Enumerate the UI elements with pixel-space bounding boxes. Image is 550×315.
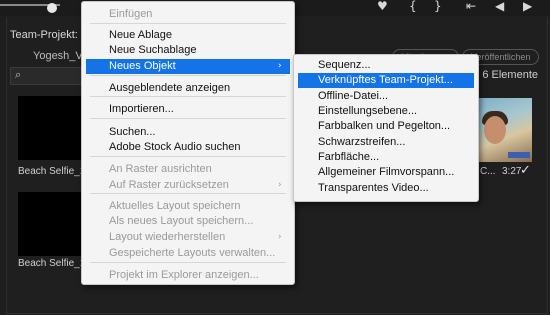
submenu-item[interactable]: Schwarzstreifen... (298, 135, 474, 150)
go-to-in-icon[interactable]: ⇤ (466, 0, 476, 13)
menu-separator (90, 193, 286, 194)
submenu-item[interactable]: Verknüpftes Team-Projekt... (298, 73, 474, 88)
menu-item[interactable]: Neue Suchablage (86, 43, 290, 58)
menu-item-label: Einfügen (109, 8, 153, 20)
menu-item-label: Ausgeblendete anzeigen (109, 82, 231, 94)
menu-item-label: Projekt im Explorer anzeigen... (109, 269, 259, 281)
menu-item[interactable]: Als neues Layout speichern... (86, 214, 290, 229)
menu-item[interactable]: Layout wiederherstellen › (86, 230, 290, 245)
brace-left-icon[interactable]: { (409, 0, 417, 13)
menu-separator (90, 75, 286, 76)
submenu-item-label: Einstellungsebene... (318, 105, 418, 117)
submenu-item-label: Allgemeiner Filmvorspann... (318, 166, 455, 178)
chevron-right-icon: › (278, 180, 282, 190)
context-menu: Einfügen Neue Ablage Neue Suchablage Neues … (81, 1, 295, 285)
menu-item[interactable]: Auf Raster zurücksetzen › (86, 178, 290, 193)
clip-badge (508, 152, 530, 158)
menu-item[interactable]: Gespeicherte Layouts verwalten... (86, 246, 290, 261)
element-count: 6 Elemente (482, 69, 538, 81)
menu-item[interactable]: Adobe Stock Audio suchen (86, 140, 290, 155)
menu-item-label: Suchen... (109, 126, 156, 138)
brace-right-icon[interactable]: } (434, 0, 442, 13)
play-icon[interactable]: ▶ (523, 0, 532, 13)
clip-thumbnail[interactable] (18, 96, 82, 160)
menu-item-label: An Raster ausrichten (109, 163, 212, 175)
menu-separator (90, 96, 286, 97)
menu-item-label: Auf Raster zurücksetzen (109, 179, 229, 191)
submenu-item-label: Schwarzstreifen... (318, 136, 406, 148)
clip-thumbnail-selfie[interactable] (478, 98, 532, 162)
menu-item[interactable]: Einfügen (86, 7, 290, 22)
menu-separator (90, 118, 286, 119)
menu-item[interactable]: Projekt im Explorer anzeigen... (86, 268, 290, 283)
submenu-item-label: Transparentes Video... (318, 182, 429, 194)
marker-icon[interactable]: ♥ (377, 0, 388, 13)
zoom-slider-handle[interactable] (47, 3, 57, 13)
submenu-item[interactable]: Offline-Datei... (298, 89, 474, 104)
submenu-item-label: Farbfläche... (318, 151, 380, 163)
submenu-item-label: Verknüpftes Team-Projekt... (318, 74, 453, 86)
submenu-item[interactable]: Transparentes Video... (298, 181, 474, 196)
submenu-item-label: Sequenz... (318, 59, 371, 71)
submenu-item[interactable]: Farbbalken und Pegelton... (298, 119, 474, 134)
menu-item[interactable]: Aktuelles Layout speichern (86, 199, 290, 214)
clip-duration: 3:27 (502, 166, 522, 177)
menu-item-label: Aktuelles Layout speichern (109, 200, 241, 212)
menu-item[interactable]: Suchen... (86, 125, 290, 140)
submenu-item-label: Offline-Datei... (318, 90, 389, 102)
chevron-right-icon: › (278, 232, 282, 242)
search-icon: ⌕ (15, 68, 22, 81)
menu-item[interactable]: Neue Ablage (86, 28, 290, 43)
clip-label: C... (480, 166, 496, 177)
menu-item[interactable]: Importieren... (86, 102, 290, 117)
menu-item[interactable]: Neues Objekt › (86, 59, 290, 74)
submenu-item[interactable]: Einstellungsebene... (298, 104, 474, 119)
submenu-item[interactable]: Farbfläche... (298, 150, 474, 165)
person-face (484, 116, 506, 144)
menu-item-label: Als neues Layout speichern... (109, 215, 254, 227)
menu-item-label: Neue Suchablage (109, 44, 197, 56)
menu-item[interactable]: Ausgeblendete anzeigen (86, 81, 290, 96)
menu-item-label: Importieren... (109, 103, 174, 115)
menu-item[interactable]: An Raster ausrichten (86, 162, 290, 177)
step-back-icon[interactable]: ◀ (495, 0, 504, 13)
menu-item-label: Adobe Stock Audio suchen (109, 141, 241, 153)
checkmark-icon: ✓ (520, 163, 531, 178)
submenu-item[interactable]: Sequenz... (298, 58, 474, 73)
menu-separator (90, 23, 286, 24)
clip-thumbnail[interactable] (18, 192, 82, 256)
chevron-right-icon: › (278, 61, 282, 71)
menu-item-label: Layout wiederherstellen (109, 231, 226, 243)
new-object-submenu: Sequenz... Verknüpftes Team-Projekt... Off… (293, 54, 479, 202)
submenu-item-label: Farbbalken und Pegelton... (318, 120, 451, 132)
menu-separator (90, 156, 286, 157)
menu-item-label: Neues Objekt (109, 60, 176, 72)
zoom-slider[interactable] (0, 3, 60, 13)
menu-separator (90, 262, 286, 263)
menu-item-label: Gespeicherte Layouts verwalten... (109, 247, 276, 259)
menu-item-label: Neue Ablage (109, 29, 172, 41)
search-input[interactable]: ⌕ (10, 67, 82, 85)
submenu-item[interactable]: Allgemeiner Filmvorspann... (298, 165, 474, 180)
